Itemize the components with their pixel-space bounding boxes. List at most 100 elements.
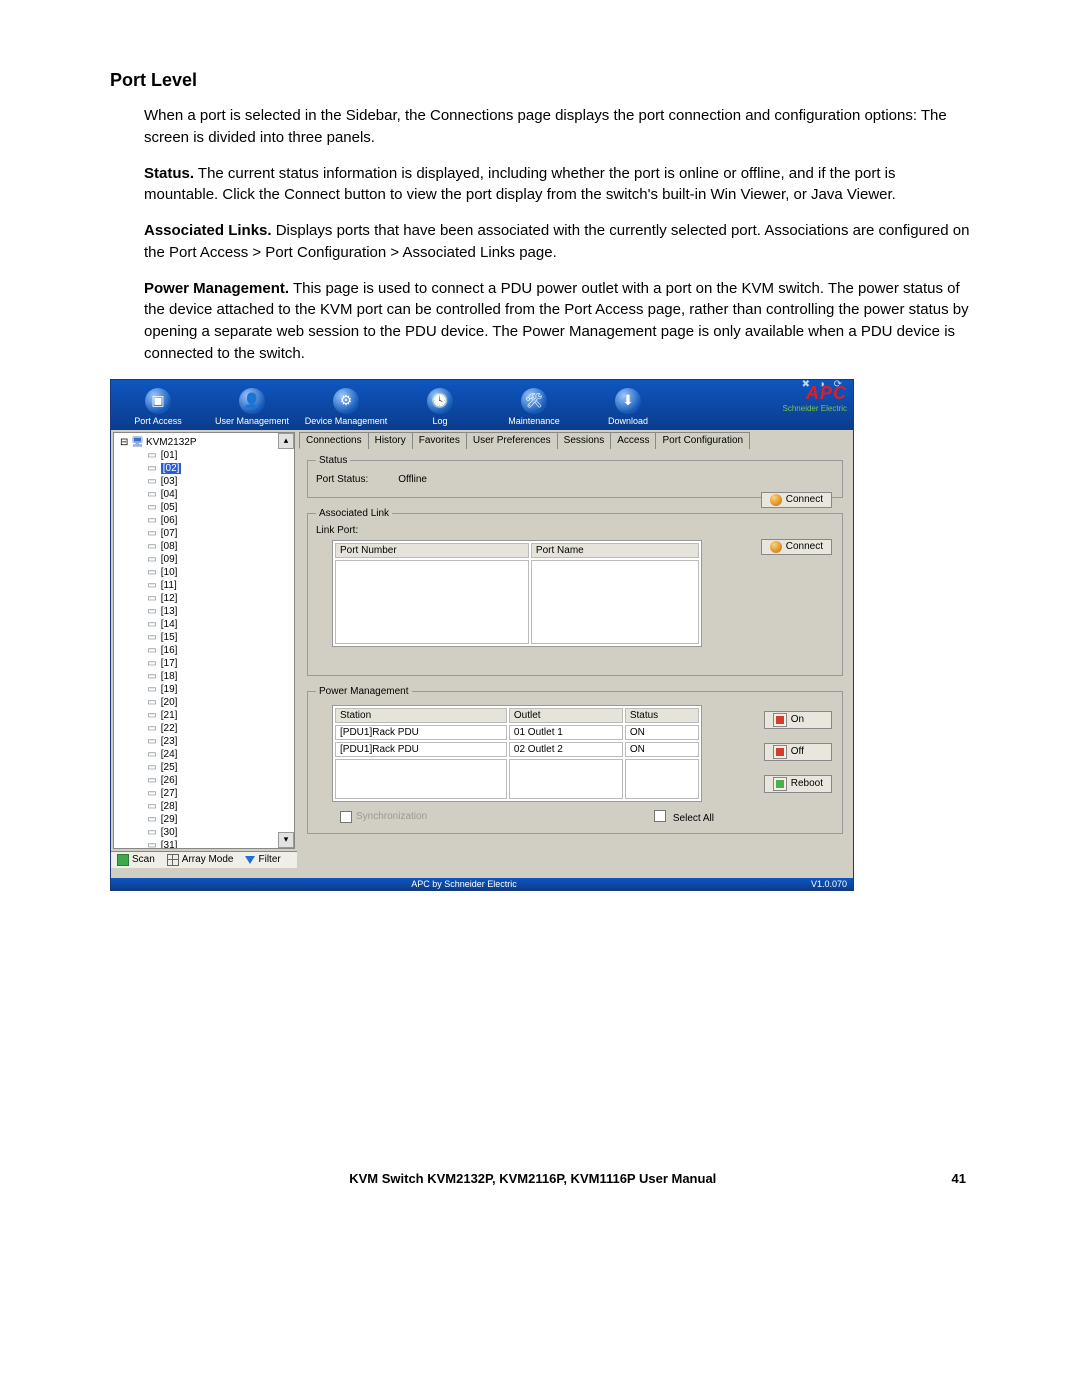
tree-port[interactable]: ▭ [13]	[120, 605, 292, 618]
grid-icon	[167, 854, 179, 866]
tree-port[interactable]: ▭ [28]	[120, 800, 292, 813]
bold-status: Status.	[144, 165, 194, 182]
assoc-connect-button[interactable]: Connect	[761, 539, 832, 555]
tree-port[interactable]: ▭ [21]	[120, 709, 292, 722]
nav-download[interactable]: ⬇Download	[581, 388, 675, 430]
tree-port[interactable]: ▭ [16]	[120, 644, 292, 657]
select-all-checkbox[interactable]	[654, 810, 666, 822]
tree-port[interactable]: ▭ [19]	[120, 683, 292, 696]
reboot-button[interactable]: Reboot	[764, 775, 832, 793]
paragraph-associated-links: Associated Links. Displays ports that ha…	[144, 220, 970, 264]
maintenance-icon: 🛠	[521, 388, 547, 414]
tree-port[interactable]: ▭ [25]	[120, 761, 292, 774]
tree-port[interactable]: ▭ [02]	[120, 462, 292, 475]
main-panel: Connections History Favorites User Prefe…	[297, 430, 853, 878]
footer-title: KVM Switch KVM2132P, KVM2116P, KVM1116P …	[349, 1171, 716, 1186]
log-icon: 🕓	[427, 388, 453, 414]
tree-port[interactable]: ▭ [10]	[120, 566, 292, 579]
tab-history[interactable]: History	[368, 432, 413, 449]
nav-user-management[interactable]: 👤User Management	[205, 388, 299, 430]
device-mgmt-icon: ⚙	[333, 388, 359, 414]
tab-sessions[interactable]: Sessions	[557, 432, 612, 449]
paragraph-intro: When a port is selected in the Sidebar, …	[144, 105, 970, 149]
top-nav: ✖ ◑ ⟳ ▣Port Access 👤User Management ⚙Dev…	[111, 380, 853, 430]
user-mgmt-icon: 👤	[239, 388, 265, 414]
tree-port[interactable]: ▭ [20]	[120, 696, 292, 709]
tab-port-configuration[interactable]: Port Configuration	[655, 432, 750, 449]
tree-port[interactable]: ▭ [11]	[120, 579, 292, 592]
scan-button[interactable]: Scan	[111, 854, 161, 866]
tree-port[interactable]: ▭ [31]	[120, 839, 292, 848]
tab-user-preferences[interactable]: User Preferences	[466, 432, 558, 449]
sidebar-footer: Scan Array Mode Filter	[111, 851, 297, 868]
scroll-down-icon[interactable]: ▾	[278, 832, 294, 848]
port-status-value: Offline	[398, 474, 427, 485]
power-management-group: Power Management Station Outlet Status […	[307, 686, 843, 834]
sidebar-tree[interactable]: ▴ ⊟ 🖥 KVM2132P▭ [01]▭ [02]▭ [03]▭ [04]▭ …	[113, 432, 295, 849]
array-mode-button[interactable]: Array Mode	[161, 854, 240, 866]
on-button[interactable]: On	[764, 711, 832, 729]
tree-port[interactable]: ▭ [24]	[120, 748, 292, 761]
scroll-up-icon[interactable]: ▴	[278, 433, 294, 449]
tree-port[interactable]: ▭ [04]	[120, 488, 292, 501]
tree-port[interactable]: ▭ [17]	[120, 657, 292, 670]
tree-root[interactable]: ⊟ 🖥 KVM2132P	[120, 436, 292, 449]
tab-connections[interactable]: Connections	[299, 432, 369, 449]
tree-port[interactable]: ▭ [08]	[120, 540, 292, 553]
tree-port[interactable]: ▭ [03]	[120, 475, 292, 488]
table-row[interactable]: [PDU1]Rack PDU 02 Outlet 2 ON	[335, 742, 699, 757]
tree-port[interactable]: ▭ [26]	[120, 774, 292, 787]
col-port-name: Port Name	[531, 543, 699, 558]
link-port-label: Link Port:	[316, 525, 834, 536]
tree-port[interactable]: ▭ [18]	[120, 670, 292, 683]
tree-port[interactable]: ▭ [30]	[120, 826, 292, 839]
scan-icon	[117, 854, 129, 866]
app-screenshot: ✖ ◑ ⟳ ▣Port Access 👤User Management ⚙Dev…	[110, 379, 854, 891]
reboot-icon	[773, 777, 787, 791]
tab-favorites[interactable]: Favorites	[412, 432, 467, 449]
app-footer: APC by Schneider Electric V1.0.070	[111, 878, 853, 890]
tree-port[interactable]: ▭ [27]	[120, 787, 292, 800]
tabstrip: Connections History Favorites User Prefe…	[299, 432, 851, 449]
assoc-legend: Associated Link	[316, 508, 392, 519]
select-all-checkbox-wrap: Select All	[654, 810, 714, 824]
tree-port[interactable]: ▭ [09]	[120, 553, 292, 566]
status-group: Status Port Status: Offline Connect	[307, 455, 843, 498]
funnel-icon	[245, 856, 255, 864]
tree-port[interactable]: ▭ [01]	[120, 449, 292, 462]
tree-port[interactable]: ▭ [15]	[120, 631, 292, 644]
paragraph-power-management: Power Management. This page is used to c…	[144, 278, 970, 365]
off-button[interactable]: Off	[764, 743, 832, 761]
port-access-icon: ▣	[145, 388, 171, 414]
nav-log[interactable]: 🕓Log	[393, 388, 487, 430]
assoc-table: Port NumberPort Name	[332, 540, 702, 647]
connect-icon	[770, 541, 782, 553]
nav-maintenance[interactable]: 🛠Maintenance	[487, 388, 581, 430]
footer-center: APC by Schneider Electric	[411, 879, 517, 889]
connect-icon	[770, 494, 782, 506]
tree-port[interactable]: ▭ [23]	[120, 735, 292, 748]
sync-label: Synchronization	[356, 811, 427, 822]
brand-apc: APC	[783, 383, 847, 404]
tree-port[interactable]: ▭ [06]	[120, 514, 292, 527]
brand-subtitle: Schneider Electric	[783, 404, 847, 413]
tree-port[interactable]: ▭ [05]	[120, 501, 292, 514]
nav-device-management[interactable]: ⚙Device Management	[299, 388, 393, 430]
col-station: Station	[335, 708, 507, 723]
status-legend: Status	[316, 455, 350, 466]
tree-port[interactable]: ▭ [29]	[120, 813, 292, 826]
sync-checkbox[interactable]	[340, 811, 352, 823]
table-row[interactable]: [PDU1]Rack PDU 01 Outlet 1 ON	[335, 725, 699, 740]
page-number: 41	[952, 1171, 966, 1186]
tree-port[interactable]: ▭ [14]	[120, 618, 292, 631]
connect-button[interactable]: Connect	[761, 492, 832, 508]
page-footer: KVM Switch KVM2132P, KVM2116P, KVM1116P …	[110, 1171, 970, 1186]
tree-port[interactable]: ▭ [07]	[120, 527, 292, 540]
filter-button[interactable]: Filter	[239, 854, 286, 865]
tab-access[interactable]: Access	[610, 432, 656, 449]
tree-port[interactable]: ▭ [22]	[120, 722, 292, 735]
pm-legend: Power Management	[316, 686, 412, 697]
bold-associated: Associated Links.	[144, 222, 272, 239]
nav-port-access[interactable]: ▣Port Access	[111, 388, 205, 430]
tree-port[interactable]: ▭ [12]	[120, 592, 292, 605]
